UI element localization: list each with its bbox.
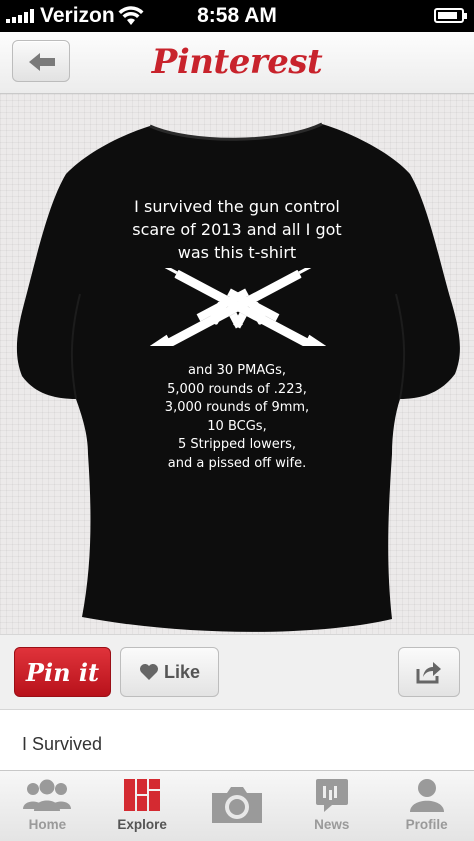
people-icon	[23, 779, 72, 811]
shirt-list: and 30 PMAGs, 5,000 rounds of .223, 3,00…	[100, 362, 374, 473]
pinterest-logo: Pinterest	[151, 42, 323, 82]
tab-label: News	[314, 817, 350, 832]
shirt-list-line: 5 Stripped lowers,	[177, 437, 297, 452]
battery-icon	[434, 8, 467, 23]
heart-icon	[139, 664, 158, 680]
rifle-right	[153, 268, 327, 346]
shirt-list-line: 5,000 rounds of .223,	[167, 381, 307, 397]
grid-icon	[124, 779, 161, 811]
shirt-headline-line: scare of 2013 and all I got	[132, 220, 342, 239]
pin-description-text: I Survived	[22, 734, 103, 754]
pin-it-button[interactable]: Pin it	[14, 647, 111, 697]
shirt-headline-line: was this t-shirt	[177, 243, 297, 262]
share-button[interactable]	[398, 647, 460, 697]
shirt-headline-line: I survived the gun control	[134, 197, 340, 216]
shirt-list-line: 3,000 rounds of 9mm,	[164, 400, 310, 415]
tab-label: Explore	[117, 817, 167, 832]
tab-bar: Home Explore News Profile	[0, 770, 474, 841]
tab-camera[interactable]	[190, 771, 285, 841]
shirt-list-line: 10 BCGs,	[207, 418, 267, 434]
tab-profile[interactable]: Profile	[379, 771, 474, 841]
tab-news[interactable]: News	[284, 771, 379, 841]
camera-icon	[211, 787, 262, 823]
like-button[interactable]: Like	[120, 647, 219, 697]
like-label: Like	[163, 661, 201, 682]
tab-home[interactable]: Home	[0, 771, 95, 841]
status-bar: Verizon 8:58 AM	[0, 0, 474, 32]
crossed-rifles-graphic	[149, 268, 327, 346]
person-icon	[409, 779, 444, 812]
shirt-headline: I survived the gun control scare of 2013…	[100, 195, 374, 264]
status-time: 8:58 AM	[197, 4, 277, 27]
news-icon	[315, 779, 348, 812]
navigation-bar: Pinterest	[0, 32, 474, 94]
shirt-list-line: and 30 PMAGs,	[188, 363, 286, 378]
pin-description: I Survived	[0, 710, 474, 770]
tab-explore[interactable]: Explore	[95, 771, 190, 841]
shirt-list-line: and a pissed off wife.	[167, 455, 307, 471]
pin-action-bar: Pin it Like	[0, 634, 474, 710]
tab-label: Home	[28, 817, 67, 832]
tab-label: Profile	[405, 817, 448, 832]
share-icon	[416, 662, 441, 684]
battery-level	[438, 12, 457, 19]
